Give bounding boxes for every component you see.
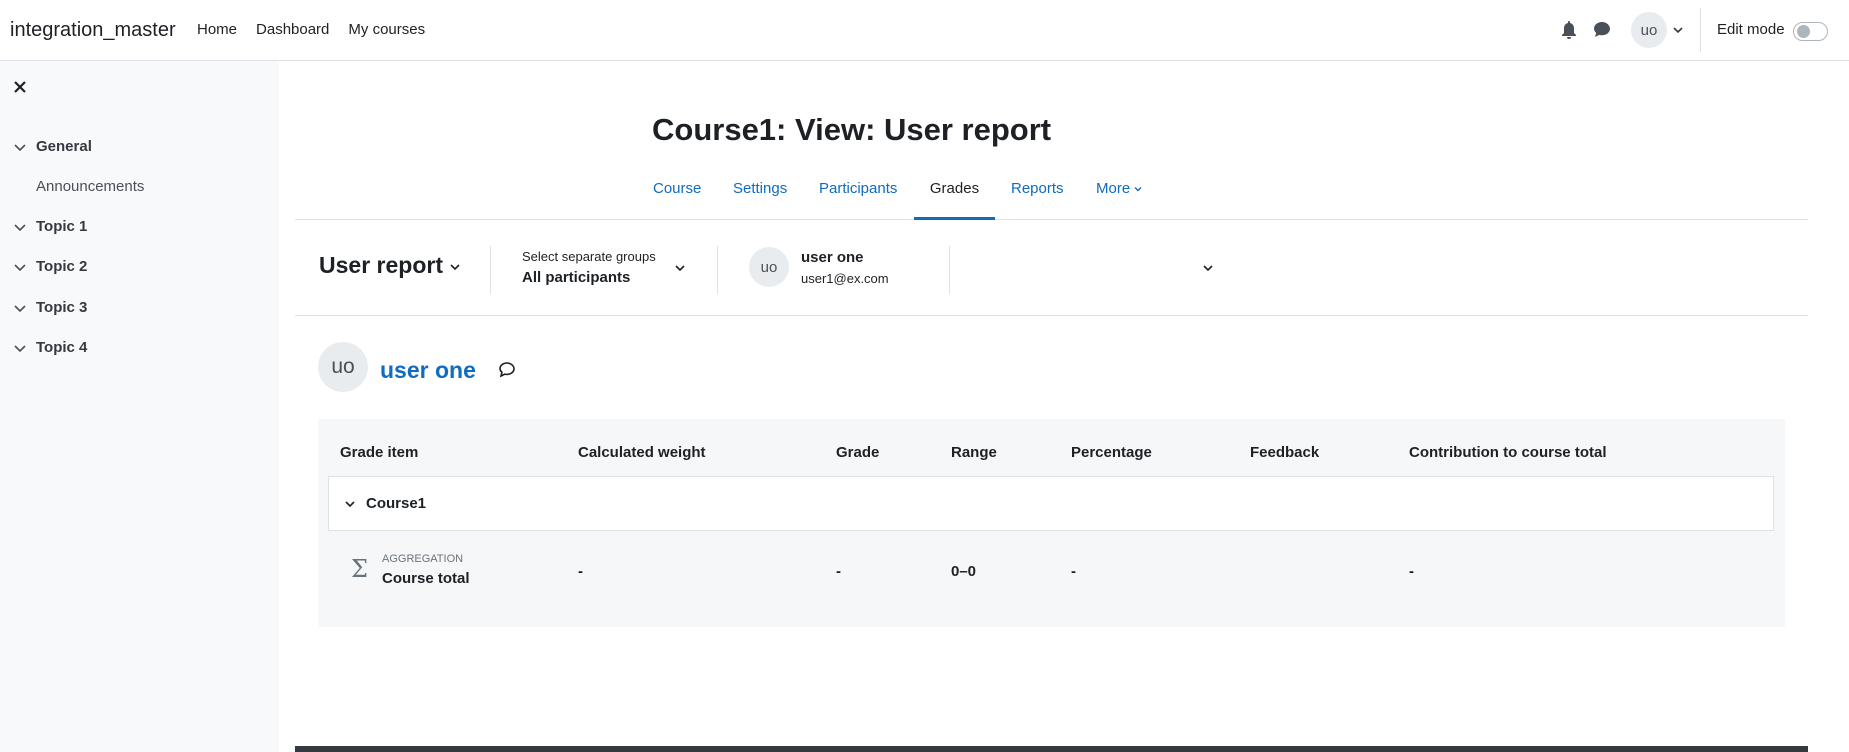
tab-more-label[interactable]: More <box>1096 180 1130 197</box>
page-footer <box>295 746 1808 752</box>
navbar-divider <box>1700 8 1701 52</box>
column-header-range: Range <box>951 444 997 461</box>
top-navbar: integration_master Home Dashboard My cou… <box>0 0 1849 61</box>
column-header-grade: Grade <box>836 444 880 461</box>
user-menu-avatar[interactable]: uo <box>1631 12 1667 48</box>
course-index-drawer: General Announcements Topic 1 Topic 2 To… <box>0 61 279 752</box>
column-header-grade-item: Grade item <box>340 444 419 461</box>
selected-user-name[interactable]: user one <box>801 249 864 266</box>
course-total-percentage: - <box>1071 563 1076 580</box>
page-title: Course1: View: User report <box>652 112 1052 147</box>
tab-participants[interactable]: Participants <box>819 180 897 220</box>
section-label[interactable]: Topic 1 <box>36 218 87 235</box>
section-label[interactable]: Topic 3 <box>36 299 87 316</box>
site-brand[interactable]: integration_master <box>10 19 176 42</box>
user-avatar[interactable]: uo <box>318 342 368 392</box>
chevron-down-icon[interactable] <box>13 260 27 274</box>
category-row-course1[interactable]: Course1 <box>328 476 1774 531</box>
section-label[interactable]: General <box>36 138 92 155</box>
messages-chat-icon[interactable] <box>1593 21 1611 38</box>
aggregation-type-label: AGGREGATION <box>382 553 464 565</box>
course-secondary-nav: Course Settings Participants Grades Repo… <box>295 172 1808 220</box>
edit-mode-toggle[interactable] <box>1793 22 1828 41</box>
tab-reports[interactable]: Reports <box>1011 180 1064 220</box>
column-header-feedback: Feedback <box>1250 444 1320 461</box>
chevron-down-icon[interactable] <box>13 341 27 355</box>
section-label[interactable]: Topic 2 <box>36 258 87 275</box>
aggregation-sigma-icon: Σ <box>351 555 368 583</box>
user-grade-table: Grade item Calculated weight Grade Range… <box>318 419 1785 627</box>
course-total-contribution: - <box>1409 563 1414 580</box>
course-total-label: Course total <box>382 570 470 587</box>
section-general[interactable]: General <box>13 138 92 155</box>
section-topic-4[interactable]: Topic 4 <box>13 339 87 356</box>
column-header-contribution: Contribution to course total <box>1409 444 1607 461</box>
chevron-down-icon[interactable] <box>13 301 27 315</box>
close-icon[interactable] <box>12 79 28 95</box>
course-total-range: 0–0 <box>951 563 977 580</box>
chevron-down-icon[interactable] <box>13 220 27 234</box>
course-total-grade: - <box>836 563 841 580</box>
section-topic-3[interactable]: Topic 3 <box>13 299 87 316</box>
notifications-bell-icon[interactable] <box>1561 21 1577 39</box>
tab-more[interactable]: More <box>1096 180 1143 220</box>
column-header-percentage: Percentage <box>1071 444 1152 461</box>
chevron-down-icon[interactable] <box>674 262 686 274</box>
groups-selector-value[interactable]: All participants <box>522 269 630 286</box>
selected-user-avatar[interactable]: uo <box>749 247 789 287</box>
toggle-knob <box>1797 25 1810 38</box>
selected-user-email[interactable]: user1@ex.com <box>801 271 889 286</box>
report-selector[interactable]: User report <box>319 252 461 279</box>
grade-report-toolbar: User report Select separate groups All p… <box>295 220 1808 316</box>
chevron-down-icon[interactable] <box>1202 262 1214 274</box>
tab-course[interactable]: Course <box>653 180 701 220</box>
course-total-weight: - <box>578 563 583 580</box>
nav-home-link[interactable]: Home <box>197 21 237 38</box>
edit-mode-label: Edit mode <box>1717 21 1785 38</box>
tab-grades[interactable]: Grades <box>914 180 995 220</box>
toolbar-divider <box>717 246 718 294</box>
tab-settings[interactable]: Settings <box>733 180 787 220</box>
section-label[interactable]: Topic 4 <box>36 339 87 356</box>
chevron-down-icon[interactable] <box>449 261 461 273</box>
chevron-down-icon[interactable] <box>344 498 356 510</box>
chevron-down-icon[interactable] <box>1133 184 1143 194</box>
report-selector-label[interactable]: User report <box>319 252 443 278</box>
user-profile-link[interactable]: user one <box>380 357 476 384</box>
message-icon[interactable] <box>498 361 516 378</box>
category-name: Course1 <box>366 495 427 512</box>
groups-selector-label[interactable]: Select separate groups <box>522 249 656 264</box>
nav-dashboard-link[interactable]: Dashboard <box>256 21 329 38</box>
column-header-calculated-weight: Calculated weight <box>578 444 706 461</box>
nav-my-courses-link[interactable]: My courses <box>348 21 425 38</box>
section-topic-1[interactable]: Topic 1 <box>13 218 87 235</box>
chevron-down-icon[interactable] <box>13 140 27 154</box>
chevron-down-icon[interactable] <box>1672 24 1684 36</box>
section-topic-2[interactable]: Topic 2 <box>13 258 87 275</box>
activity-announcements[interactable]: Announcements <box>36 178 144 195</box>
primary-nav: Home Dashboard My courses <box>197 21 444 38</box>
toolbar-divider <box>490 246 491 294</box>
toolbar-divider <box>949 246 950 294</box>
